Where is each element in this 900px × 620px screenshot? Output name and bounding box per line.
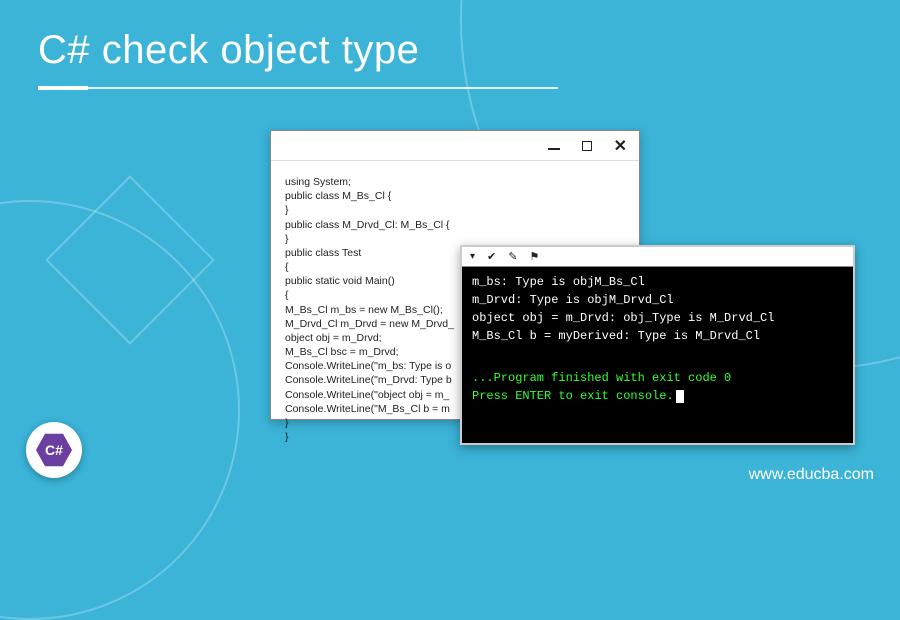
console-prompt-line: Press ENTER to exit console.	[472, 387, 843, 405]
console-output: m_bs: Type is objM_Bs_Cl m_Drvd: Type is…	[462, 267, 853, 411]
console-window: ▾ ✔ ✎ ⚑ m_bs: Type is objM_Bs_Cl m_Drvd:…	[460, 245, 855, 445]
toolbar-icon[interactable]: ✎	[508, 250, 517, 264]
title-block: C# check object type	[38, 28, 558, 89]
console-line: m_Drvd: Type is objM_Drvd_Cl	[472, 291, 843, 309]
console-line: M_Bs_Cl b = myDerived: Type is M_Drvd_Cl	[472, 327, 843, 345]
console-exit-line: ...Program finished with exit code 0	[472, 369, 843, 387]
dropdown-icon[interactable]: ▾	[470, 251, 475, 263]
window-titlebar: ✕	[271, 131, 639, 161]
csharp-icon: C#	[36, 432, 72, 468]
cursor-icon	[676, 390, 684, 403]
minimize-icon[interactable]	[548, 148, 560, 150]
console-line: m_bs: Type is objM_Bs_Cl	[472, 273, 843, 291]
toolbar-icon[interactable]: ✔	[487, 250, 496, 264]
console-toolbar: ▾ ✔ ✎ ⚑	[462, 247, 853, 267]
site-url: www.educba.com	[749, 466, 874, 484]
maximize-icon[interactable]	[582, 141, 592, 151]
title-underline	[38, 87, 558, 89]
page-title: C# check object type	[38, 28, 558, 73]
console-line: object obj = m_Drvd: obj_Type is M_Drvd_…	[472, 309, 843, 327]
toolbar-icon[interactable]: ⚑	[529, 250, 539, 264]
close-icon[interactable]: ✕	[614, 136, 627, 156]
brand-logo: C#	[26, 422, 82, 478]
